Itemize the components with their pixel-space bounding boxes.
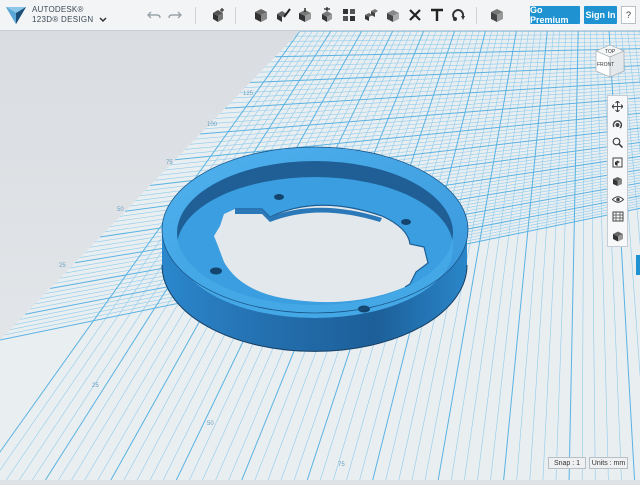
combine-icon[interactable] [384, 6, 402, 24]
ring-model[interactable] [161, 146, 469, 352]
primitives-icon[interactable] [252, 6, 270, 24]
text-icon[interactable] [428, 6, 446, 24]
modify-icon[interactable] [318, 6, 336, 24]
grouping-icon[interactable] [362, 6, 380, 24]
snap-status[interactable]: Snap : 1 [548, 457, 586, 469]
help-button[interactable]: ? [621, 6, 636, 24]
new-object-icon[interactable] [209, 6, 227, 24]
fit-icon[interactable] [610, 155, 625, 170]
grid-label: 125 [243, 91, 254, 97]
go-premium-button[interactable]: Go Premium [530, 5, 580, 25]
pan-icon[interactable] [610, 99, 625, 114]
sign-in-button[interactable]: Sign In [584, 6, 617, 24]
toolbar-divider [476, 7, 477, 24]
sketch-icon[interactable] [274, 6, 292, 24]
brand-line-2: 123D® DESIGN [32, 15, 94, 24]
undo-icon[interactable] [145, 6, 163, 24]
autodesk-logo-icon[interactable] [5, 4, 27, 31]
view-cube-front-label: FRONT [597, 62, 614, 68]
toolbar-divider [235, 7, 236, 24]
material-icon[interactable] [488, 6, 506, 24]
grid-toggle-icon[interactable] [610, 209, 625, 224]
orbit-icon[interactable] [610, 117, 625, 132]
construct-icon[interactable] [296, 6, 314, 24]
visibility-eye-icon[interactable] [610, 192, 625, 207]
grid-label: 25 [59, 263, 66, 269]
navigation-bar [607, 95, 628, 247]
brand-line-1: AUTODESK® [32, 5, 84, 14]
units-status[interactable]: Units : mm [589, 457, 628, 469]
grid-label: 100 [207, 122, 218, 128]
view-cube-top-label: TOP [605, 49, 616, 55]
grid-label: 25 [92, 383, 99, 389]
snap-icon[interactable] [450, 6, 468, 24]
grid-label: 50 [117, 207, 124, 213]
measure-icon[interactable] [406, 6, 424, 24]
scene-canvas[interactable]: 125 100 75 50 25 25 50 75 [0, 31, 640, 480]
3d-viewport[interactable]: 125 100 75 50 25 25 50 75 TOP FRONT [0, 31, 640, 480]
grid-label: 75 [166, 160, 173, 166]
redo-icon[interactable] [166, 6, 184, 24]
main-toolbar: AUTODESK® 123D® DESIGN Go Premium Sign I… [0, 0, 640, 31]
side-panel-tab[interactable] [636, 255, 640, 275]
grid-label: 75 [338, 462, 345, 468]
grid-label: 50 [207, 421, 214, 427]
material-view-icon[interactable] [610, 228, 625, 243]
toolbar-divider [195, 7, 196, 24]
zoom-icon[interactable] [610, 135, 625, 150]
pattern-icon[interactable] [340, 6, 358, 24]
view-style-icon[interactable] [610, 174, 625, 189]
app-menu-chevron-down-icon[interactable] [99, 10, 107, 28]
view-cube[interactable]: TOP FRONT [590, 41, 630, 83]
